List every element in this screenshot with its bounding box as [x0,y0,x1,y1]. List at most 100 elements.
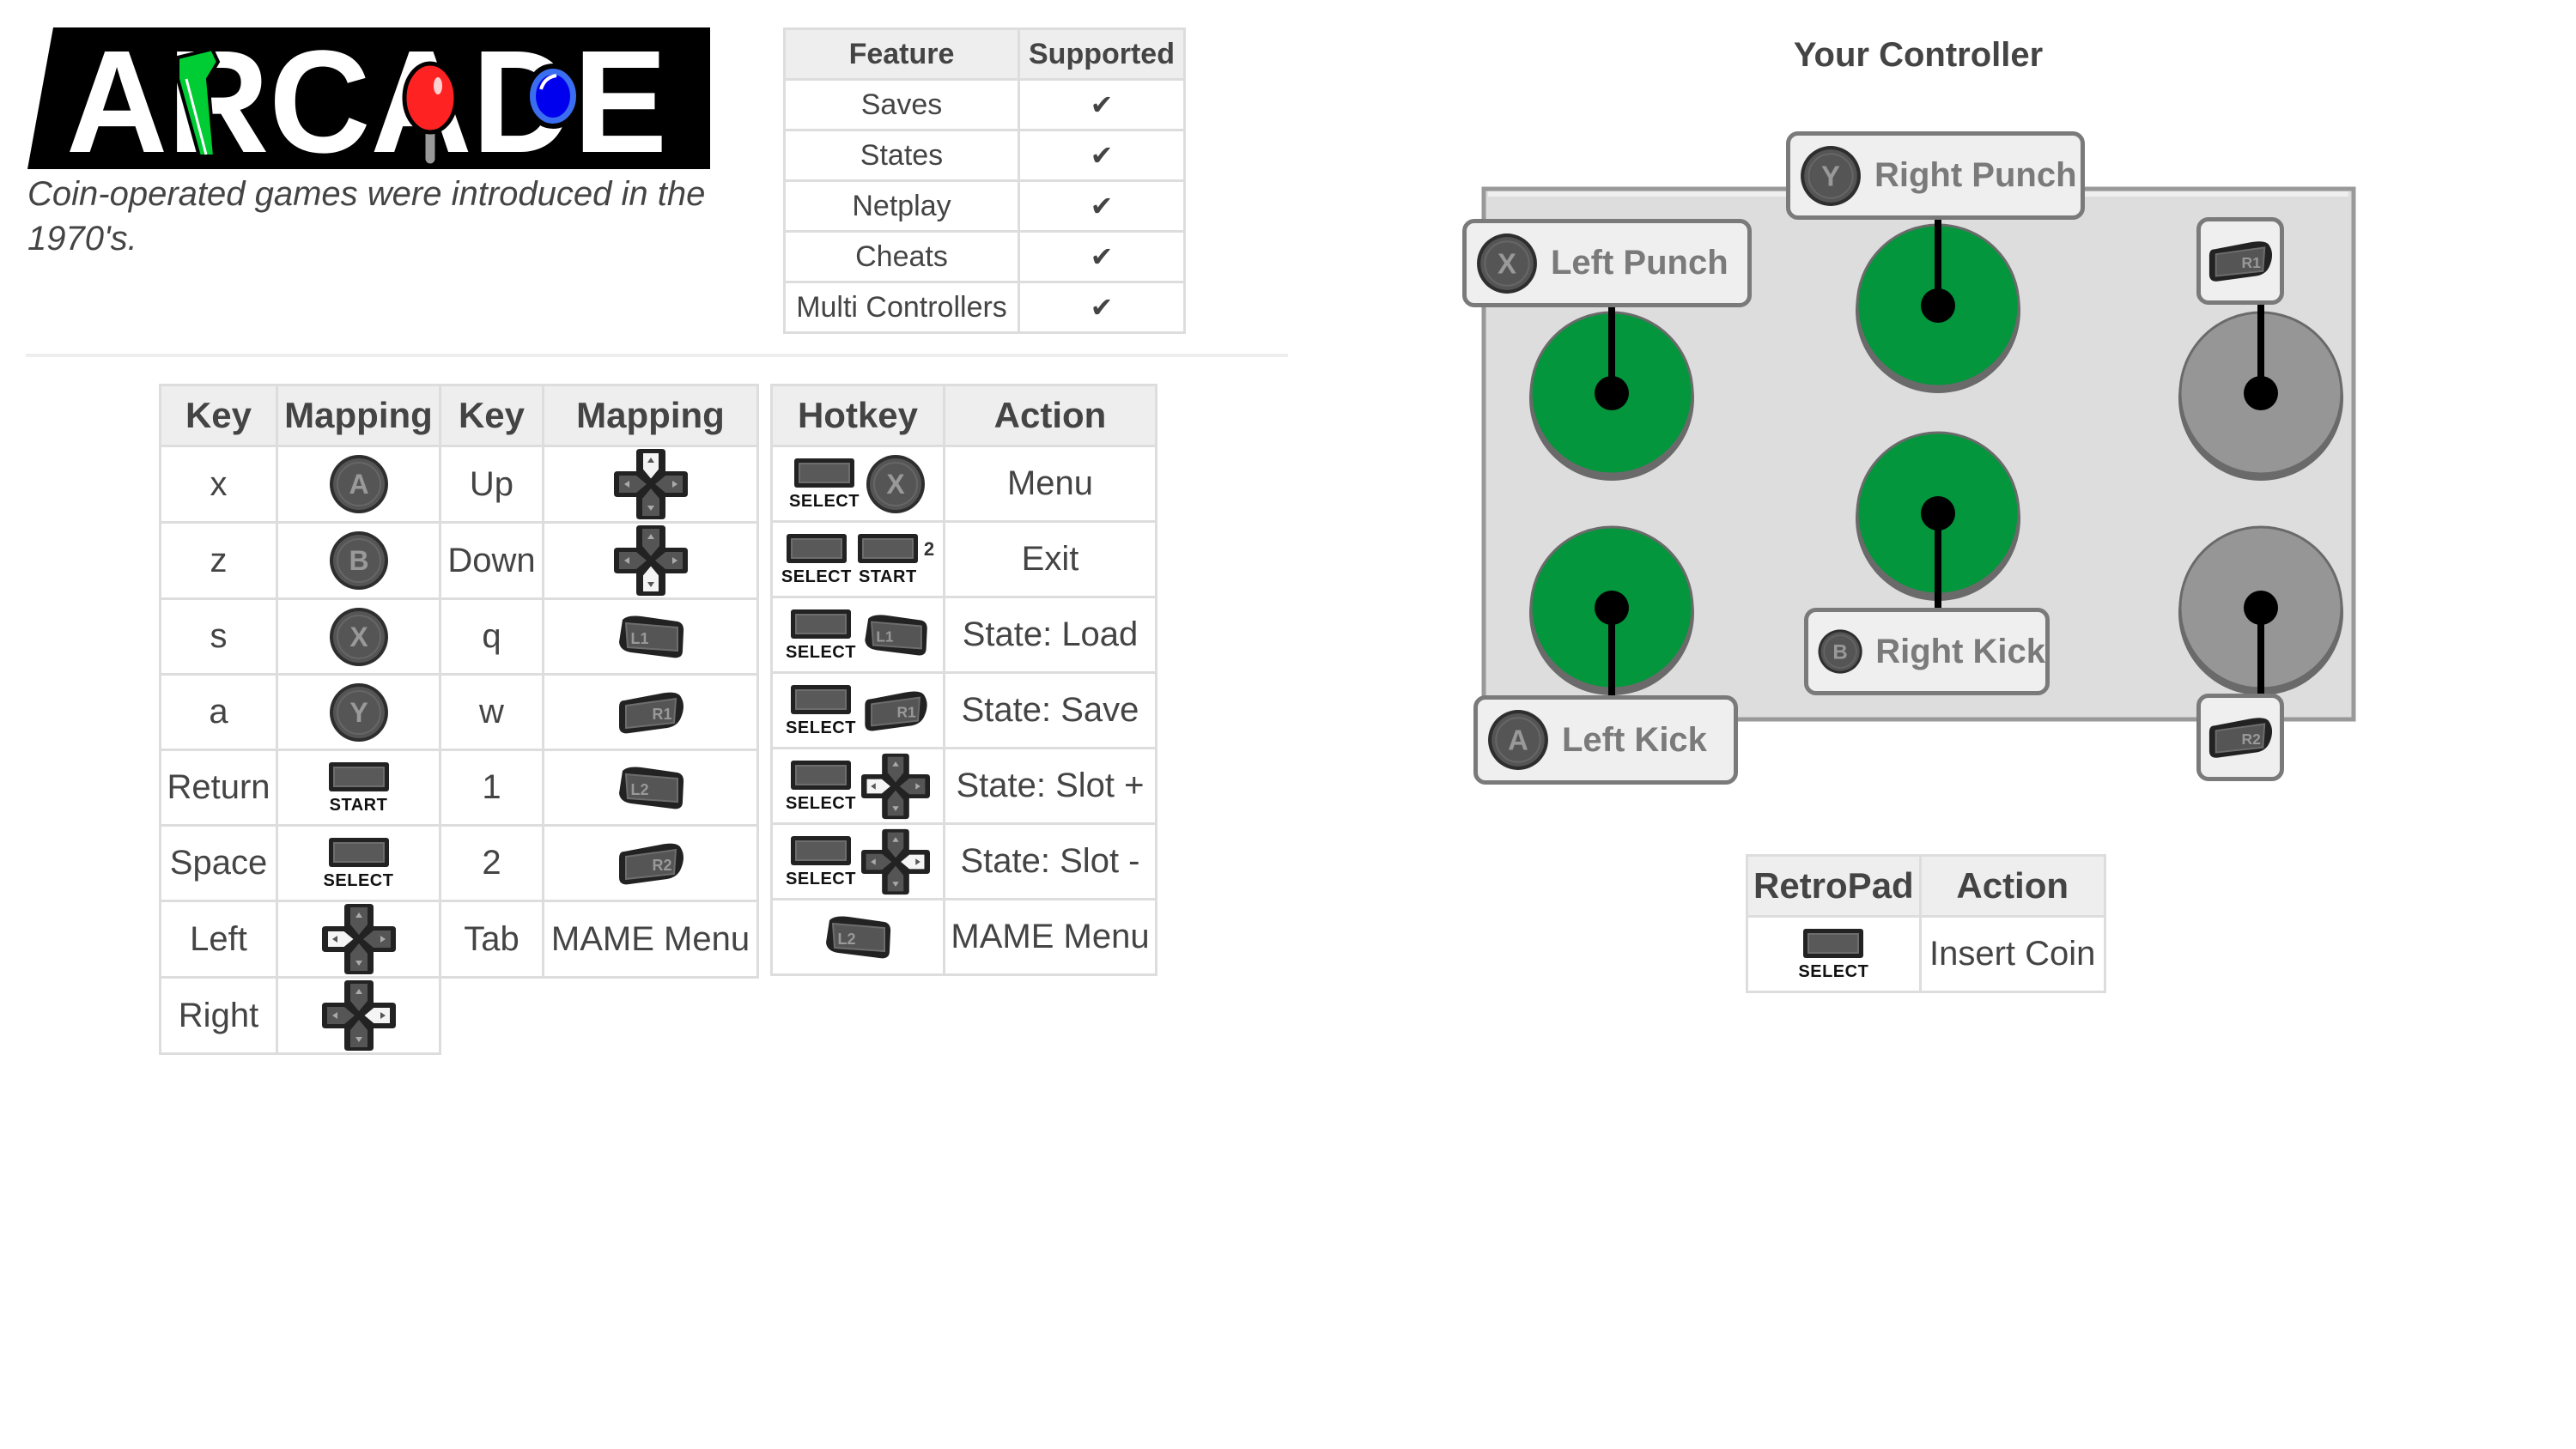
action-column-header: Action [943,384,1157,447]
key-cell: Up [439,445,544,524]
button-center-dot [2244,591,2278,625]
retropad-table: RetroPad Action SELECT Insert Coin [1746,854,2106,993]
mapping-cell [542,521,759,600]
mapping-cell: B [276,521,441,600]
arcade-button-left-kick[interactable] [1529,525,1694,695]
feature-row: Multi Controllers ✔ [783,281,1186,334]
select-button-icon: SELECT [786,835,856,888]
feature-name: States [783,129,1020,182]
dpad-left-icon [861,752,930,821]
mapping-cell: X [276,597,441,676]
key-mapping-header-row: Key Mapping Key Mapping [159,384,759,447]
label-r1: R1 [2196,217,2284,305]
label-left-punch: X Left Punch [1462,219,1752,307]
key-cell: x [159,445,278,524]
select-button-icon: SELECT [789,458,860,511]
retropad-cell: SELECT [1746,915,1922,993]
feature-row: Saves ✔ [783,78,1186,131]
key-cell: s [159,597,278,676]
label-r2: R2 [2196,694,2284,781]
svg-text:B: B [1832,640,1847,664]
empty-cell [544,978,758,1054]
hotkey-row: SELECT X Menu [770,445,1157,523]
check-icon: ✔ [1018,179,1186,233]
mapping-cell: START [276,749,441,827]
svg-text:R1: R1 [652,706,671,723]
button-center-dot [1921,496,1955,530]
button-center-dot [1921,288,1955,323]
l2-button-icon: L2 [823,913,893,961]
supported-column-header: Supported [1018,27,1186,81]
action-column-header: Action [1918,854,2106,918]
svg-text:B: B [349,545,368,576]
dpad-left-icon [322,902,396,976]
y-button-icon: Y [328,682,390,743]
mapping-cell: MAME Menu [542,900,759,979]
hotkey-combo: L2 [770,898,945,976]
feature-name: Cheats [783,230,1020,283]
a-button-icon: A [328,453,390,515]
action-cell: MAME Menu [943,898,1157,976]
hotkey-row: SELECT R1 State: Save [770,671,1157,749]
a-button-icon: A [1486,708,1550,772]
b-button-icon: B [1817,620,1863,683]
key-mapping-row: x A Up [159,445,759,524]
l1-button-icon: L1 [861,612,930,658]
mapping-cell: SELECT [276,824,441,902]
mapping-column-header: Mapping [276,384,441,447]
hotkey-column-header: Hotkey [770,384,945,447]
mapping-column-header: Mapping [542,384,759,447]
feature-row: Netplay ✔ [783,179,1186,233]
button-center-dot [1595,376,1629,410]
b-button-icon: B [328,530,390,591]
x-button-icon: X [328,606,390,668]
label-right-punch: Y Right Punch [1786,131,2085,220]
svg-text:R2: R2 [2241,731,2261,748]
arcade-button-r2[interactable] [2178,525,2343,695]
check-icon: ✔ [1018,129,1186,182]
action-cell: Menu [943,445,1157,523]
hotkey-combo: SELECT X [770,445,945,523]
hotkey-row: SELECT State: Slot + [770,747,1157,825]
key-mapping-table: Key Mapping Key Mapping x A Up z B Down … [159,384,759,1055]
controller-title: Your Controller [1793,36,2044,74]
dpad-right-icon [861,828,930,896]
check-icon: ✔ [1018,78,1186,131]
key-cell: q [439,597,544,676]
key-mapping-row: s X q L1 [159,597,759,676]
key-cell: Down [439,521,544,600]
start-button-icon: START [857,533,919,586]
hotkey-combo: SELECT [770,747,945,825]
action-cell: Insert Coin [1918,915,2106,993]
svg-text:A: A [1508,724,1528,755]
r1-button-icon: R1 [2206,237,2275,285]
key-cell: Right [159,976,278,1055]
r2-button-icon: R2 [2206,713,2275,761]
mapping-cell [542,445,759,524]
mapping-cell: R2 [542,824,759,902]
svg-text:L1: L1 [630,630,648,647]
svg-text:L1: L1 [876,627,894,645]
select-button-icon: SELECT [781,533,852,586]
key-cell: 1 [439,749,544,827]
hotkey-combo: SELECT L1 [770,596,945,674]
mapping-cell: L1 [542,597,759,676]
hotkey-combo: SELECT R1 [770,671,945,749]
svg-text:R1: R1 [2241,254,2261,271]
svg-text:X: X [1498,247,1516,279]
y-button-icon: Y [1799,144,1862,208]
label-left-kick: A Left Kick [1473,695,1738,785]
svg-text:L2: L2 [837,931,855,948]
hotkey-header-row: Hotkey Action [770,384,1157,447]
key-cell: Left [159,900,278,979]
section-divider [26,354,1288,357]
hotkey-row: SELECT State: Slot - [770,822,1157,900]
dpad-up-icon [614,447,688,521]
label-right-kick: B Right Kick [1804,608,2050,695]
hotkey-row: SELECT START 2 Exit [770,520,1157,598]
key-cell: Space [159,824,278,902]
start-button-icon: START [328,761,390,815]
key-mapping-row: Space SELECT 2 R2 [159,824,759,902]
press-count-superscript: 2 [923,537,935,560]
label-text: Right Kick [1875,632,2045,670]
